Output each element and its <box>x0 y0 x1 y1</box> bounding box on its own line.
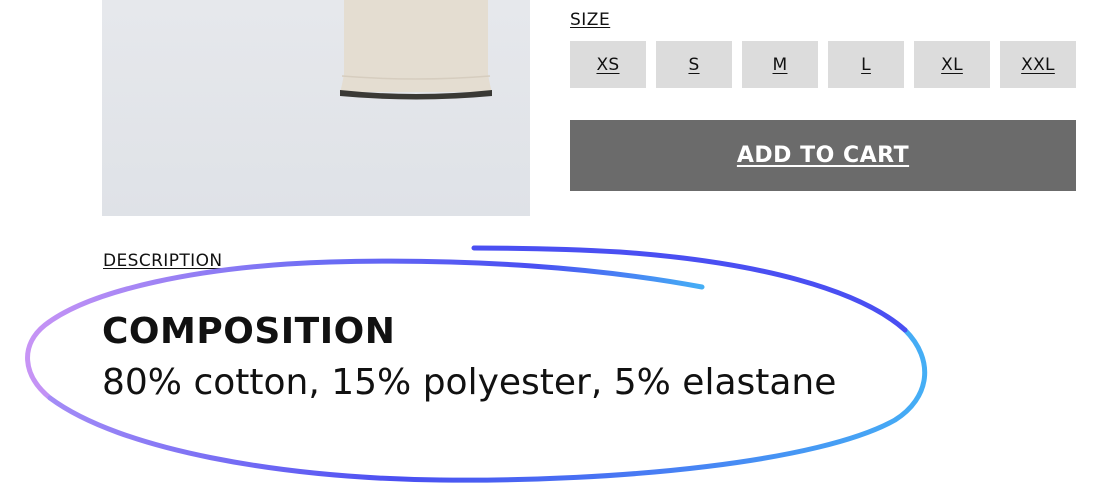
add-to-cart-button[interactable]: ADD TO CART <box>570 120 1076 191</box>
size-option-s[interactable]: S <box>656 41 732 88</box>
size-option-xs[interactable]: XS <box>570 41 646 88</box>
size-option-xl[interactable]: XL <box>914 41 990 88</box>
size-label: SIZE <box>570 10 611 30</box>
size-options: XS S M L XL XXL <box>570 41 1076 88</box>
size-option-m[interactable]: M <box>742 41 818 88</box>
size-option-l[interactable]: L <box>828 41 904 88</box>
garment-photo <box>340 0 492 100</box>
product-image <box>102 0 530 216</box>
composition-title: COMPOSITION <box>102 311 396 352</box>
description-link[interactable]: DESCRIPTION <box>103 251 222 271</box>
composition-text: 80% cotton, 15% polyester, 5% elastane <box>102 362 837 403</box>
size-option-xxl[interactable]: XXL <box>1000 41 1076 88</box>
